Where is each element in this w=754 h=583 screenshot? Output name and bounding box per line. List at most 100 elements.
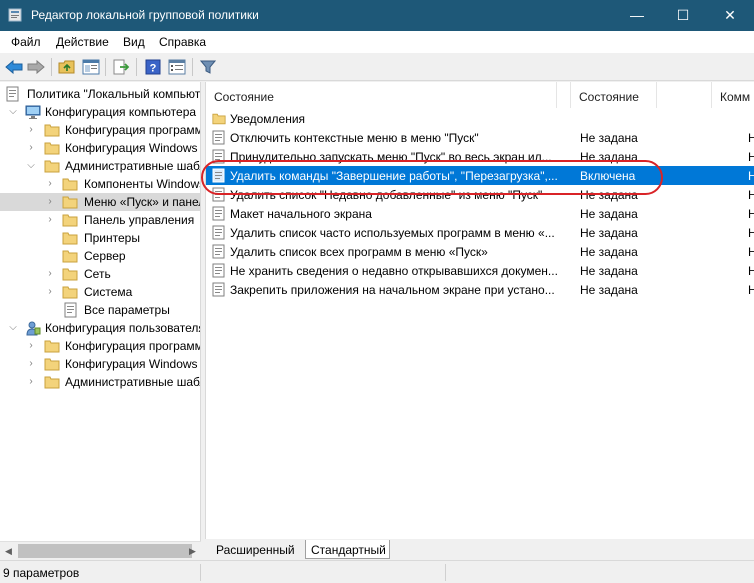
setting-comment: Нет (748, 169, 754, 183)
folder-icon (62, 214, 78, 227)
collapse-chevron-icon[interactable]: ⌵ (8, 322, 18, 334)
scrollbar-thumb[interactable] (18, 544, 192, 558)
tree-item-label: Сеть (84, 267, 111, 281)
tree-item-user-config[interactable]: ⌵ Конфигурация пользователя (0, 319, 201, 337)
tree-pane[interactable]: Политика "Локальный компьютер" ⌵ Конфигу… (0, 82, 201, 541)
tree-item-uc-programs[interactable]: › Конфигурация программ (0, 337, 200, 355)
help-icon[interactable]: ? (143, 57, 163, 77)
table-row[interactable]: Отключить контекстные меню в меню "Пуск"… (206, 128, 754, 147)
tree-item-cc-programs[interactable]: › Конфигурация программ (0, 121, 201, 139)
setting-comment: Нет (748, 283, 754, 297)
policy-setting-icon (212, 263, 225, 278)
collapse-chevron-icon[interactable]: ⌵ (8, 106, 18, 118)
setting-state: Не задана (580, 264, 638, 278)
status-separator (200, 564, 201, 581)
up-folder-icon[interactable] (57, 57, 77, 77)
tree-item-label: Конфигурация Windows (65, 357, 198, 371)
svg-text:?: ? (150, 63, 157, 75)
folder-icon (62, 268, 78, 281)
folder-open-icon (44, 160, 60, 173)
expand-chevron-icon[interactable]: › (45, 268, 55, 280)
back-icon[interactable] (4, 57, 24, 77)
expand-chevron-icon[interactable]: › (45, 286, 55, 298)
tree-item-network[interactable]: › Сеть (0, 265, 200, 283)
expand-chevron-icon[interactable]: › (45, 214, 55, 226)
minimize-button[interactable]: — (614, 0, 660, 31)
table-row[interactable]: Не хранить сведения о недавно открывавши… (206, 261, 754, 280)
tab-extended[interactable]: Расширенный (210, 540, 302, 559)
toolbar-separator (105, 58, 106, 76)
forward-icon[interactable] (26, 57, 46, 77)
table-row[interactable]: Закрепить приложения на начальном экране… (206, 280, 754, 299)
settings-list-icon (64, 302, 77, 318)
scroll-left-icon[interactable]: ◀ (0, 542, 17, 560)
folder-icon (44, 124, 60, 137)
column-header-state[interactable]: Состояние (570, 82, 657, 108)
menu-help[interactable]: Справка (159, 35, 206, 49)
status-separator (445, 564, 446, 581)
expand-chevron-icon[interactable]: › (26, 358, 36, 370)
folder-icon (44, 340, 60, 353)
column-header-name[interactable]: Состояние (206, 82, 557, 108)
setting-state: Не задана (580, 283, 638, 297)
collapse-chevron-icon[interactable]: ⌵ (26, 160, 36, 172)
tree-horizontal-scrollbar[interactable]: ◀ ▶ (0, 541, 201, 560)
expand-chevron-icon[interactable]: › (26, 340, 36, 352)
setting-comment: Нет (748, 264, 754, 278)
expand-chevron-icon[interactable]: › (26, 124, 36, 136)
table-row[interactable]: Удалить список часто используемых програ… (206, 223, 754, 242)
show-hide-tree-icon[interactable] (81, 57, 101, 77)
tree-item-components[interactable]: › Компоненты Windows (0, 175, 200, 193)
menu-view[interactable]: Вид (123, 35, 145, 49)
tree-item-label: Конфигурация пользователя (45, 321, 201, 335)
toolbar: ? (0, 53, 754, 81)
properties-icon[interactable] (167, 57, 187, 77)
status-text: 9 параметров (3, 566, 80, 580)
table-row[interactable]: Макет начального экрана Не задана Нет (206, 204, 754, 223)
tree-item-uc-windows[interactable]: › Конфигурация Windows (0, 355, 200, 373)
setting-comment: Нет (748, 245, 754, 259)
list-item-folder[interactable]: Уведомления (206, 109, 754, 128)
folder-icon (62, 286, 78, 299)
tree-item-uc-admin[interactable]: › Административные шаблоны (0, 373, 200, 391)
toolbar-separator (192, 58, 193, 76)
expand-chevron-icon[interactable]: › (45, 196, 55, 208)
tab-standard[interactable]: Стандартный (305, 540, 390, 559)
expand-chevron-icon[interactable]: › (26, 376, 36, 388)
tree-item-control-panel[interactable]: › Панель управления (0, 211, 200, 229)
table-row[interactable]: Удалить список всех программ в меню «Пус… (206, 242, 754, 261)
tree-item-server[interactable]: Сервер (0, 247, 200, 265)
tree-item-label: Конфигурация программ (65, 123, 201, 137)
column-header-comment[interactable]: Комм (711, 82, 754, 108)
expand-chevron-icon[interactable]: › (26, 142, 36, 154)
tree-item-start-menu[interactable]: › Меню «Пуск» и панель задач (0, 193, 200, 211)
close-button[interactable]: ✕ (707, 0, 753, 31)
setting-name: Отключить контекстные меню в меню "Пуск" (230, 131, 479, 145)
tree-item-cc-windows[interactable]: › Конфигурация Windows (0, 139, 200, 157)
tree-item-cc-admin[interactable]: ⌵ Административные шаблоны (0, 157, 200, 175)
scroll-right-icon[interactable]: ▶ (184, 542, 201, 560)
policy-doc-icon (6, 86, 19, 102)
tree-item-all-settings[interactable]: Все параметры (0, 301, 200, 319)
tree-item-system[interactable]: › Система (0, 283, 200, 301)
export-list-icon[interactable] (111, 57, 131, 77)
expand-chevron-icon[interactable]: › (45, 178, 55, 190)
menu-file[interactable]: Файл (11, 35, 41, 49)
tree-item-root[interactable]: Политика "Локальный компьютер" (0, 85, 201, 103)
setting-comment: Нет (748, 150, 754, 164)
tree-item-label: Политика "Локальный компьютер" (27, 87, 201, 101)
folder-icon (44, 376, 60, 389)
settings-list-pane[interactable]: Состояние Состояние Комм Уведомления Отк… (205, 82, 754, 539)
user-icon (26, 321, 41, 336)
filter-icon[interactable] (198, 57, 218, 77)
folder-name: Уведомления (230, 112, 306, 126)
tree-item-computer-config[interactable]: ⌵ Конфигурация компьютера (0, 103, 200, 121)
folder-icon (62, 232, 78, 245)
menu-action[interactable]: Действие (56, 35, 109, 49)
computer-icon (25, 105, 41, 119)
tree-item-label: Система (84, 285, 133, 299)
tree-item-label: Конфигурация Windows (65, 141, 198, 155)
maximize-button[interactable]: ☐ (660, 0, 706, 31)
tree-item-printers[interactable]: Принтеры (0, 229, 200, 247)
policy-setting-icon (212, 244, 225, 259)
